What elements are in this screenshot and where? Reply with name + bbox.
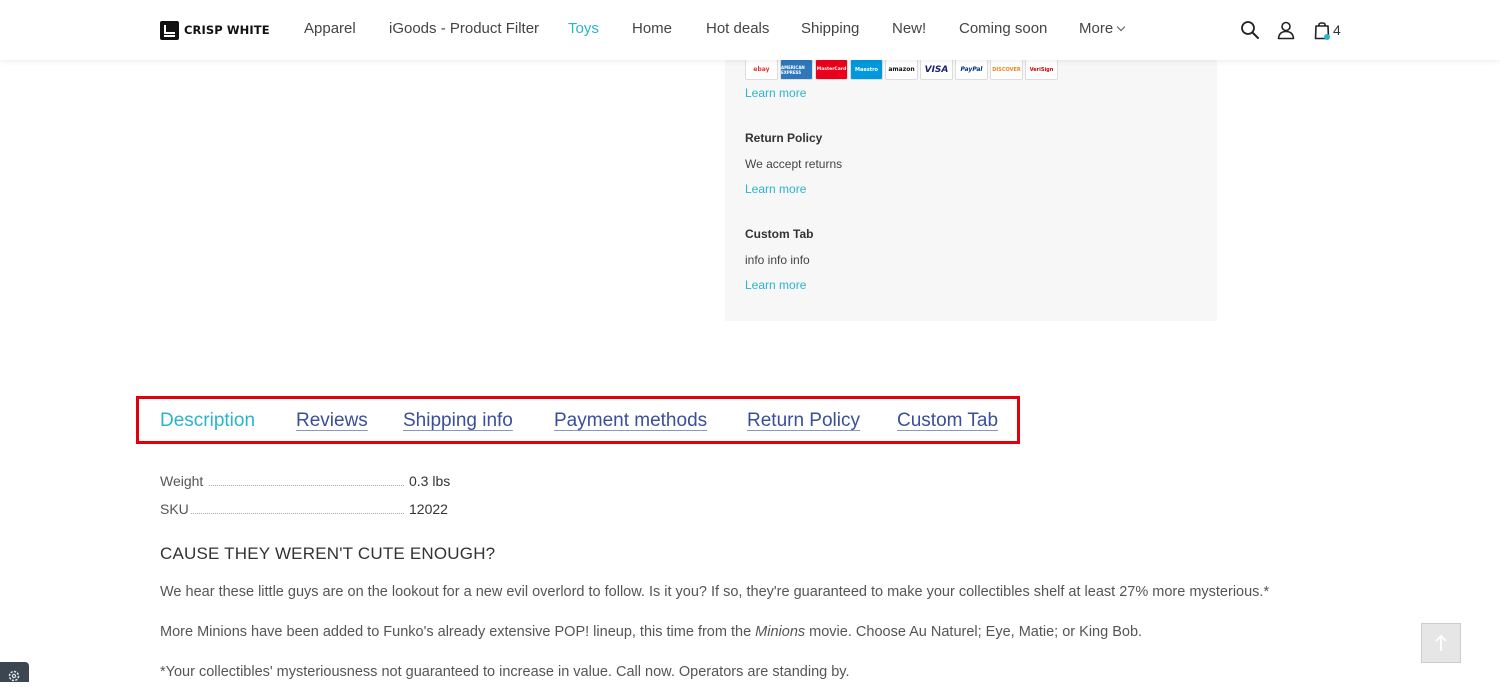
nav-home[interactable]: Home bbox=[632, 20, 672, 37]
spec-dots bbox=[191, 513, 404, 514]
description-paragraph-2: More Minions have been added to Funko's … bbox=[160, 624, 1142, 640]
logo[interactable]: CRISP WHITE bbox=[160, 20, 270, 40]
custom-tab-text: info info info bbox=[745, 253, 810, 267]
user-icon[interactable] bbox=[1276, 20, 1296, 40]
spec-label-weight: Weight bbox=[160, 473, 204, 489]
paragraph-2-text-a: More Minions have been added to Funko's … bbox=[160, 624, 756, 640]
tab-payment-methods[interactable]: Payment methods bbox=[554, 410, 707, 432]
return-policy-text: We accept returns bbox=[745, 157, 843, 171]
verisign-icon: VeriSign bbox=[1025, 59, 1058, 80]
site-header: CRISP WHITE Apparel iGoods - Product Fil… bbox=[0, 0, 1500, 60]
tab-return-policy[interactable]: Return Policy bbox=[747, 410, 860, 432]
paragraph-2-text-b: movie. Choose Au Naturel; Eye, Matie; or… bbox=[805, 624, 1143, 640]
nav-toys[interactable]: Toys bbox=[568, 20, 599, 37]
amazon-card-icon: amazon bbox=[885, 59, 918, 80]
ebay-card-icon: ebay bbox=[745, 59, 778, 80]
tab-shipping-info[interactable]: Shipping info bbox=[403, 410, 513, 432]
logo-icon bbox=[160, 20, 179, 40]
description-paragraph-1: We hear these little guys are on the loo… bbox=[160, 584, 1270, 600]
spec-label-sku: SKU bbox=[160, 501, 189, 517]
payment-methods-list: ebay AMERICAN EXPRESS MasterCard Maestro… bbox=[745, 59, 1060, 80]
nav-apparel[interactable]: Apparel bbox=[304, 20, 356, 37]
mastercard-icon: MasterCard bbox=[815, 59, 848, 80]
amex-card-icon: AMERICAN EXPRESS bbox=[780, 59, 813, 80]
scroll-to-top-button[interactable] bbox=[1421, 623, 1461, 663]
tab-reviews[interactable]: Reviews bbox=[296, 410, 368, 432]
paypal-card-icon: PayPal bbox=[955, 59, 988, 80]
custom-learn-more-link[interactable]: Learn more bbox=[745, 278, 806, 292]
gear-icon bbox=[8, 670, 20, 682]
visa-card-icon: VISA bbox=[920, 59, 953, 80]
discover-card-icon: DISCOVER bbox=[990, 59, 1023, 80]
payment-learn-more-link[interactable]: Learn more bbox=[745, 86, 806, 100]
arrow-up-icon bbox=[1435, 634, 1447, 651]
description-paragraph-3: *Your collectibles' mysteriousness not g… bbox=[160, 664, 850, 680]
tab-custom-tab[interactable]: Custom Tab bbox=[897, 410, 998, 432]
nav-coming-soon[interactable]: Coming soon bbox=[959, 20, 1047, 37]
description-heading: CAUSE THEY WEREN'T CUTE ENOUGH? bbox=[160, 544, 496, 563]
cart-icon[interactable] bbox=[1312, 20, 1332, 40]
nav-igoods-product-filter[interactable]: iGoods - Product Filter bbox=[389, 20, 539, 37]
nav-hot-deals[interactable]: Hot deals bbox=[706, 20, 769, 37]
cart-count: 4 bbox=[1333, 22, 1341, 38]
logo-text: CRISP WHITE bbox=[184, 23, 270, 37]
return-policy-title: Return Policy bbox=[745, 131, 823, 145]
spec-value-weight: 0.3 lbs bbox=[409, 473, 451, 489]
tab-description[interactable]: Description bbox=[160, 410, 255, 432]
custom-tab-title: Custom Tab bbox=[745, 227, 814, 241]
maestro-card-icon: Maestro bbox=[850, 59, 883, 80]
nav-shipping[interactable]: Shipping bbox=[801, 20, 859, 37]
nav-more-label: More bbox=[1079, 20, 1114, 37]
paragraph-2-emphasis: Minions bbox=[755, 624, 806, 640]
spec-value-sku: 12022 bbox=[409, 501, 448, 517]
chevron-down-icon bbox=[1116, 22, 1126, 32]
nav-new[interactable]: New! bbox=[892, 20, 926, 37]
spec-dots bbox=[209, 485, 404, 486]
return-learn-more-link[interactable]: Learn more bbox=[745, 182, 806, 196]
settings-button[interactable] bbox=[0, 662, 29, 682]
search-icon[interactable] bbox=[1240, 20, 1260, 40]
nav-more[interactable]: More bbox=[1079, 20, 1126, 37]
